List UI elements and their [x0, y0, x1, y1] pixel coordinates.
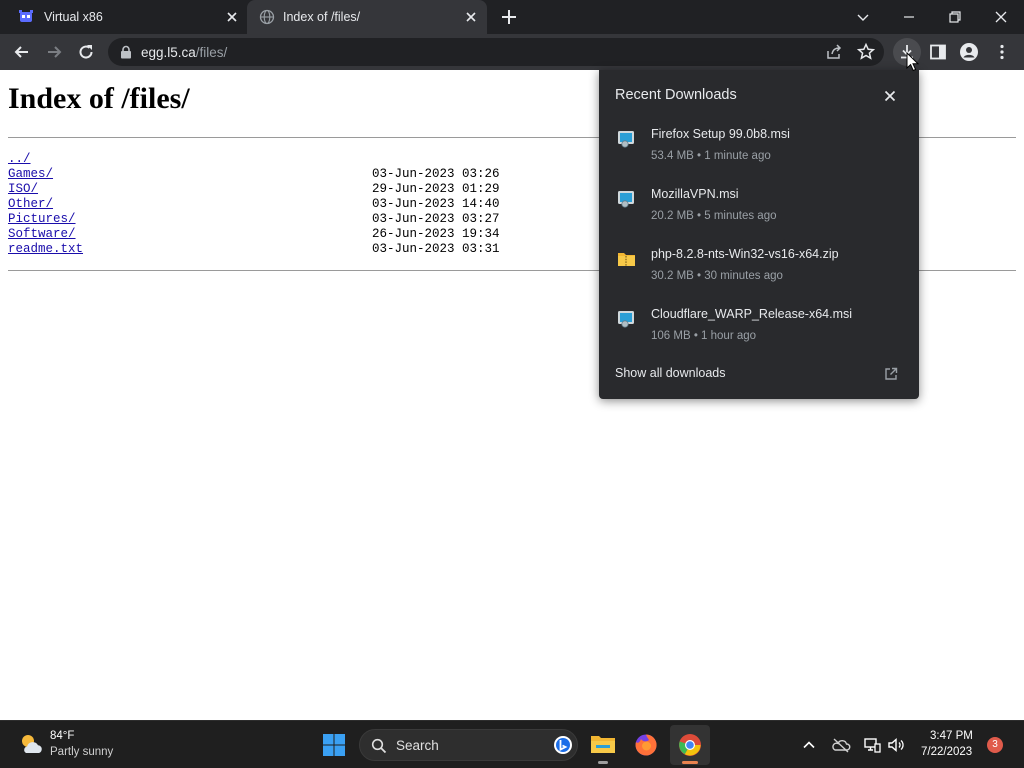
download-filename: php-8.2.8-nts-Win32-vs16-x64.zip: [651, 247, 839, 261]
clock-time[interactable]: 3:47 PM: [930, 730, 973, 742]
mouse-cursor-icon: [906, 52, 920, 72]
open-external-icon[interactable]: [883, 366, 899, 382]
download-item[interactable]: php-8.2.8-nts-Win32-vs16-x64.zip 30.2 MB…: [599, 246, 919, 306]
software-folder-link[interactable]: Software/: [8, 227, 76, 242]
close-panel-icon[interactable]: [882, 88, 898, 104]
download-meta: 30.2 MB • 30 minutes ago: [651, 270, 783, 282]
share-icon[interactable]: [824, 42, 844, 62]
taskbar-search-box[interactable]: Search: [359, 729, 578, 761]
forward-arrow-icon[interactable]: [44, 42, 64, 62]
url-host: egg.l5.ca: [141, 45, 196, 60]
parent-directory-link[interactable]: ../: [8, 152, 31, 167]
modified-date: 03-Jun-2023 03:31: [372, 242, 500, 256]
page-title: Index of /files/: [8, 82, 190, 115]
globe-icon: [259, 9, 275, 25]
search-icon: [371, 738, 387, 754]
other-folder-link[interactable]: Other/: [8, 197, 53, 212]
bing-chat-icon[interactable]: [553, 735, 573, 755]
notification-badge[interactable]: 3: [987, 737, 1003, 753]
show-hidden-icons-chevron-icon[interactable]: [799, 735, 819, 755]
file-explorer-app[interactable]: [583, 725, 623, 765]
url-text: egg.l5.ca/files/: [141, 45, 227, 60]
recent-downloads-panel: Recent Downloads Firefox Setup 99.0b8.ms…: [599, 70, 919, 399]
close-window-icon[interactable]: [991, 7, 1011, 27]
close-tab-icon[interactable]: [224, 9, 240, 25]
clock-date[interactable]: 7/22/2023: [921, 746, 972, 758]
lock-icon[interactable]: [120, 45, 132, 59]
download-meta: 53.4 MB • 1 minute ago: [651, 150, 771, 162]
network-icon[interactable]: [862, 735, 882, 755]
show-all-downloads-link[interactable]: Show all downloads: [615, 366, 726, 380]
url-path: /files/: [195, 45, 228, 60]
weather-description: Partly sunny: [50, 746, 114, 758]
tab-strip: Virtual x86 Index of /files/: [0, 0, 1024, 34]
iso-folder-link[interactable]: ISO/: [8, 182, 38, 197]
running-indicator: [682, 761, 698, 764]
tab-title: Virtual x86: [44, 10, 103, 24]
running-indicator: [598, 761, 608, 764]
windows-start-icon[interactable]: [322, 733, 346, 757]
side-panel-icon[interactable]: [928, 42, 948, 62]
msi-installer-icon: [618, 131, 634, 148]
download-item[interactable]: Firefox Setup 99.0b8.msi 53.4 MB • 1 min…: [599, 126, 919, 186]
bookmark-star-icon[interactable]: [856, 42, 876, 62]
virtual-x86-favicon: [19, 10, 33, 22]
tab-virtual-x86[interactable]: Virtual x86: [0, 0, 246, 34]
onedrive-offline-icon[interactable]: [831, 735, 851, 755]
address-bar[interactable]: egg.l5.ca/files/: [108, 38, 884, 66]
msi-installer-icon: [618, 311, 634, 328]
more-menu-icon[interactable]: [992, 42, 1012, 62]
back-arrow-icon[interactable]: [12, 42, 32, 62]
modified-date: 03-Jun-2023 03:27: [372, 212, 500, 226]
games-folder-link[interactable]: Games/: [8, 167, 53, 182]
volume-icon[interactable]: [886, 735, 906, 755]
tab-search-chevron-icon[interactable]: [853, 7, 873, 27]
chrome-app[interactable]: [670, 725, 710, 765]
download-filename: Firefox Setup 99.0b8.msi: [651, 127, 790, 141]
folder-icon: [591, 736, 615, 753]
modified-date: 03-Jun-2023 03:26: [372, 167, 500, 181]
chrome-icon: [679, 734, 701, 756]
download-meta: 106 MB • 1 hour ago: [651, 330, 757, 342]
search-placeholder: Search: [396, 738, 439, 753]
download-meta: 20.2 MB • 5 minutes ago: [651, 210, 777, 222]
download-item[interactable]: MozillaVPN.msi 20.2 MB • 5 minutes ago: [599, 186, 919, 246]
weather-temperature: 84°F: [50, 730, 75, 742]
pictures-folder-link[interactable]: Pictures/: [8, 212, 76, 227]
tab-title: Index of /files/: [283, 10, 361, 24]
download-item[interactable]: Cloudflare_WARP_Release-x64.msi 106 MB •…: [599, 306, 919, 366]
reload-icon[interactable]: [76, 42, 96, 62]
restore-icon[interactable]: [945, 7, 965, 27]
modified-date: 03-Jun-2023 14:40: [372, 197, 500, 211]
panel-title: Recent Downloads: [615, 87, 737, 103]
msi-installer-icon: [618, 191, 634, 208]
modified-date: 26-Jun-2023 19:34: [372, 227, 500, 241]
download-filename: MozillaVPN.msi: [651, 187, 739, 201]
modified-date: 29-Jun-2023 01:29: [372, 182, 500, 196]
new-tab-plus-icon[interactable]: [500, 8, 518, 26]
readme-file-link[interactable]: readme.txt: [8, 242, 83, 257]
windows-taskbar: 84°F Partly sunny Search 3:47 PM 7/22/20…: [0, 720, 1024, 768]
partly-sunny-weather-icon[interactable]: [18, 732, 44, 756]
browser-toolbar: egg.l5.ca/files/: [0, 34, 1024, 70]
close-tab-icon[interactable]: [463, 9, 479, 25]
minimize-icon[interactable]: [899, 7, 919, 27]
firefox-icon: [635, 734, 657, 756]
firefox-app[interactable]: [626, 725, 666, 765]
zip-folder-icon: [618, 253, 635, 266]
tab-index-of-files[interactable]: Index of /files/: [247, 0, 487, 34]
download-filename: Cloudflare_WARP_Release-x64.msi: [651, 307, 853, 321]
profile-avatar-icon[interactable]: [959, 42, 979, 62]
